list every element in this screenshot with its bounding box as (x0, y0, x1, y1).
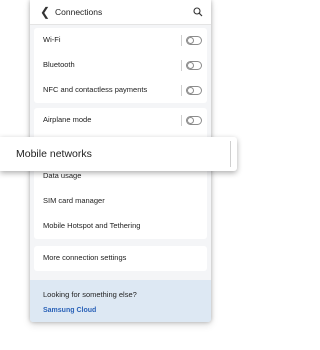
airplane-mode-toggle[interactable] (186, 116, 202, 125)
samsung-cloud-link[interactable]: Samsung Cloud (43, 306, 96, 316)
divider (230, 141, 231, 167)
row-label: More connection settings (43, 253, 127, 262)
settings-row-bluetooth[interactable]: Bluetooth (34, 53, 207, 78)
bluetooth-toggle[interactable] (186, 61, 202, 70)
divider (181, 115, 182, 126)
connections-group-4: More connection settings (34, 246, 207, 271)
looking-for-something-else-panel: Looking for something else? Samsung Clou… (30, 280, 211, 322)
app-header: ❮ Connections (30, 0, 211, 25)
settings-row-sim-card-manager[interactable]: SIM card manager (34, 189, 207, 214)
settings-row-airplane-mode[interactable]: Airplane mode (34, 108, 207, 133)
toggle-knob (187, 62, 194, 69)
toggle-knob (187, 87, 194, 94)
row-label: Data usage (43, 171, 82, 180)
row-label: Airplane mode (43, 115, 92, 124)
settings-row-wifi[interactable]: Wi-Fi (34, 28, 207, 53)
row-label: Bluetooth (43, 60, 75, 69)
settings-row-hotspot[interactable]: Mobile Hotspot and Tethering (34, 214, 207, 239)
divider (181, 85, 182, 96)
row-label: Mobile Hotspot and Tethering (43, 221, 141, 230)
connections-group-3: Data usage SIM card manager Mobile Hotsp… (34, 164, 207, 239)
divider (181, 35, 182, 46)
nfc-toggle[interactable] (186, 86, 202, 95)
mobile-networks-callout[interactable]: Mobile networks (0, 137, 237, 171)
row-label: NFC and contactless payments (43, 85, 148, 94)
divider (181, 60, 182, 71)
page-title: Connections (55, 7, 103, 17)
row-label: Wi-Fi (43, 35, 61, 44)
looking-title: Looking for something else? (43, 290, 137, 299)
settings-row-more-connection-settings[interactable]: More connection settings (34, 246, 207, 271)
search-icon[interactable] (193, 7, 203, 17)
mobile-networks-label: Mobile networks (16, 148, 92, 160)
settings-row-nfc[interactable]: NFC and contactless payments (34, 78, 207, 103)
row-label: SIM card manager (43, 196, 105, 205)
toggle-knob (187, 117, 194, 124)
connections-group-1: Wi-Fi Bluetooth NFC and contactless paym… (34, 28, 207, 103)
wifi-toggle[interactable] (186, 36, 202, 45)
toggle-knob (187, 37, 194, 44)
back-chevron-icon[interactable]: ❮ (40, 5, 50, 19)
